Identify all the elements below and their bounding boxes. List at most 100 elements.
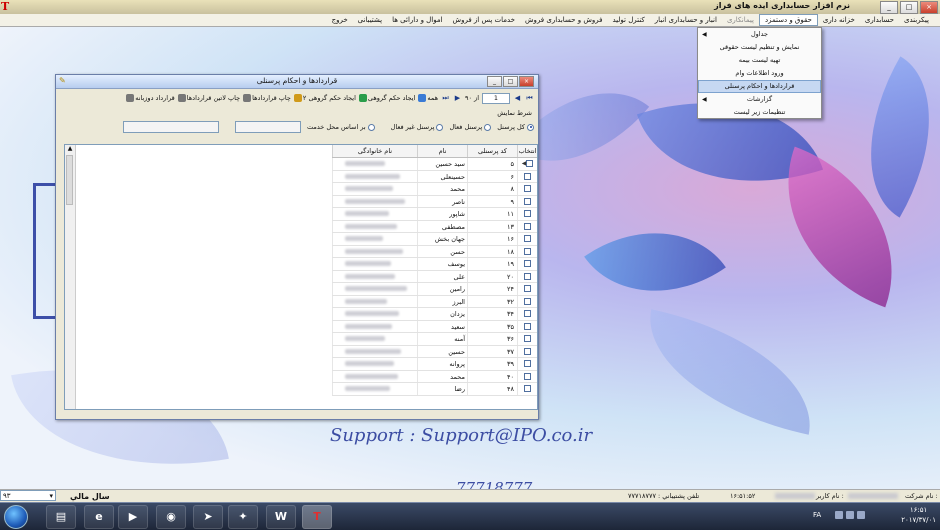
row-checkbox[interactable] — [524, 185, 531, 193]
row-checkbox[interactable] — [524, 297, 531, 305]
first-record-button[interactable]: ⏮ — [525, 93, 534, 103]
tool-icon[interactable]: ✦ — [228, 505, 258, 529]
row-checkbox[interactable] — [524, 335, 531, 343]
table-row[interactable]: ۲۰ علی — [332, 270, 537, 283]
menu-sales[interactable]: فروش و حسابداری فروش — [520, 14, 607, 26]
contracts-window-titlebar[interactable]: ✎ قراردادها و احکام پرسنلی _ □ × — [56, 75, 538, 89]
radio-button[interactable] — [484, 123, 492, 131]
child-minimize-button[interactable]: _ — [487, 76, 502, 87]
row-checkbox[interactable] — [524, 260, 531, 268]
row-select-cell[interactable] — [517, 308, 537, 320]
group-decree-2-button[interactable]: ایجاد حکم گروهی ۲ — [293, 94, 356, 102]
table-row[interactable]: ۳۴ یزدان — [332, 308, 537, 321]
scroll-up-icon[interactable]: ▲ — [65, 145, 75, 153]
row-select-cell[interactable] — [517, 195, 537, 207]
filter-all-personnel[interactable]: کل پرسنل — [497, 123, 534, 131]
table-row[interactable]: ۱۳ مصطفی — [332, 220, 537, 233]
row-select-cell[interactable] — [517, 320, 537, 332]
table-row[interactable]: ۳۹ پروانه — [332, 358, 537, 371]
row-checkbox[interactable] — [524, 360, 531, 368]
row-select-cell[interactable] — [517, 208, 537, 220]
column-header-code[interactable]: کد پرسنلی — [467, 145, 517, 157]
menu-accounting[interactable]: حسابداری — [860, 14, 899, 26]
row-checkbox[interactable] — [524, 172, 531, 180]
row-select-cell[interactable] — [517, 245, 537, 257]
column-header-name[interactable]: نام — [417, 145, 467, 157]
radio-button[interactable] — [436, 123, 444, 131]
last-record-button[interactable]: ⏭ — [441, 93, 450, 103]
child-maximize-button[interactable]: □ — [503, 76, 518, 87]
row-checkbox[interactable] — [524, 372, 531, 380]
row-select-cell[interactable] — [517, 258, 537, 270]
start-button[interactable] — [4, 505, 28, 529]
row-select-cell[interactable] — [517, 370, 537, 382]
row-checkbox[interactable] — [524, 285, 531, 293]
internet-explorer-icon[interactable]: e — [84, 505, 114, 529]
menu-assets[interactable]: اموال و دارائی ها — [387, 14, 447, 26]
scroll-thumb[interactable] — [66, 155, 73, 205]
table-row[interactable]: ۹ ناصر — [332, 195, 537, 208]
row-select-cell[interactable] — [517, 183, 537, 195]
radio-button[interactable] — [367, 123, 375, 131]
dropdown-item-insurance-list[interactable]: تهیه لیست بیمه — [698, 54, 821, 67]
file-explorer-icon[interactable]: ▤ — [46, 505, 76, 529]
dropdown-item-sublist-settings[interactable]: تنظیمات زیر لیست — [698, 106, 821, 119]
radio-button[interactable] — [527, 123, 534, 131]
group-decree-button[interactable]: ایجاد حکم گروهی — [358, 94, 415, 102]
menu-exit[interactable]: خروج — [327, 14, 353, 26]
row-select-cell[interactable] — [517, 358, 537, 370]
filter-by-location[interactable]: بر اساس محل خدمت — [307, 123, 375, 131]
prev-record-button[interactable]: ◀ — [513, 93, 522, 103]
location-code-field[interactable] — [235, 121, 302, 133]
column-header-select[interactable]: انتخاب — [517, 145, 537, 157]
word-icon[interactable]: W — [266, 505, 296, 529]
row-checkbox[interactable] — [524, 222, 531, 230]
table-row[interactable]: ◀ ۵ سید حسین — [332, 158, 537, 171]
row-select-cell[interactable] — [517, 295, 537, 307]
row-select-cell[interactable] — [517, 283, 537, 295]
table-row[interactable]: ۳۶ آمنه — [332, 333, 537, 346]
dropdown-item-tables[interactable]: ◀ جداول — [698, 28, 821, 41]
row-select-cell[interactable] — [517, 170, 537, 182]
row-checkbox[interactable] — [524, 310, 531, 318]
row-select-cell[interactable] — [517, 233, 537, 245]
fiscal-year-select[interactable]: ۹۳ ▾ — [0, 490, 56, 501]
print-contracts-button[interactable]: چاپ قراردادها — [243, 94, 291, 102]
row-checkbox[interactable] — [524, 197, 531, 205]
volume-icon[interactable] — [846, 511, 854, 519]
filter-inactive-personnel[interactable]: پرسنل غیر فعال — [391, 123, 444, 131]
row-checkbox[interactable] — [524, 385, 531, 393]
flag-icon[interactable] — [857, 511, 865, 519]
column-header-family[interactable]: نام خانوادگی — [332, 145, 417, 157]
table-row[interactable]: ۳۵ سعید — [332, 320, 537, 333]
table-row[interactable]: ۱۱ شاپور — [332, 208, 537, 221]
table-row[interactable]: ۴۰ محمد — [332, 370, 537, 383]
menu-inventory[interactable]: انبار و حسابداری انبار — [650, 14, 722, 26]
menu-support[interactable]: پشتیبانی — [353, 14, 387, 26]
bilingual-contract-button[interactable]: قرارداد دوزبانه — [126, 94, 175, 102]
print-latin-contracts-button[interactable]: چاپ لاتین قراردادها — [177, 94, 240, 102]
row-checkbox[interactable] — [524, 247, 531, 255]
table-row[interactable]: ۳۷ حسین — [332, 345, 537, 358]
menu-production[interactable]: کنترل تولید — [607, 14, 649, 26]
table-row[interactable]: ۶ حسینعلی — [332, 170, 537, 183]
table-row[interactable]: ۲۴ رامین — [332, 283, 537, 296]
table-row[interactable]: ۱۸ حسن — [332, 245, 537, 258]
child-close-button[interactable]: × — [519, 76, 534, 87]
language-indicator[interactable]: FA — [813, 511, 821, 519]
menu-payroll[interactable]: حقوق و دستمزد — [758, 14, 818, 26]
table-row[interactable]: ۸ محمد — [332, 183, 537, 196]
row-select-cell[interactable] — [517, 383, 537, 395]
grid-scrollbar[interactable]: ▲ — [65, 145, 76, 409]
network-icon[interactable] — [835, 511, 843, 519]
dropdown-item-salary-list[interactable]: نمایش و تنظیم لیست حقوقی — [698, 41, 821, 54]
menu-after-sales[interactable]: خدمات پس از فروش — [448, 14, 520, 26]
dropdown-item-loan-entry[interactable]: ورود اطلاعات وام — [698, 67, 821, 80]
dropdown-item-reports[interactable]: ◀ گزارشات — [698, 93, 821, 106]
menu-treasury[interactable]: خزانه داری — [818, 14, 860, 26]
row-checkbox[interactable] — [526, 160, 534, 168]
row-select-cell[interactable]: ◀ — [517, 158, 537, 170]
media-player-icon[interactable]: ▶ — [118, 505, 148, 529]
row-select-cell[interactable] — [517, 220, 537, 232]
telegram-icon[interactable]: ➤ — [193, 505, 223, 529]
